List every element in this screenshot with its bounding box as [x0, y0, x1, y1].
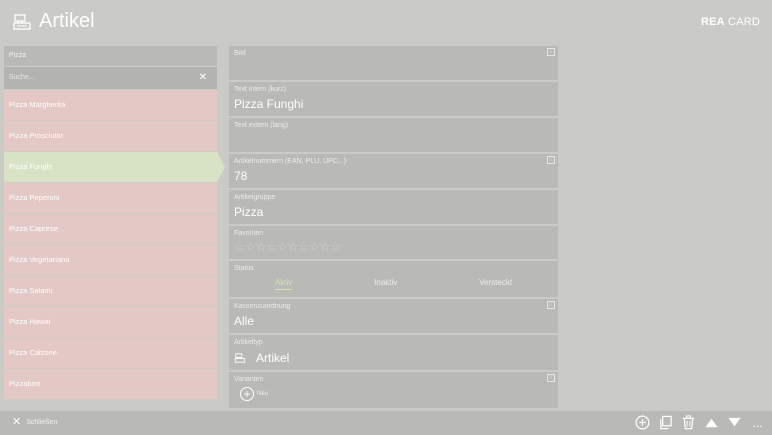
add-button[interactable]: [634, 414, 651, 431]
field-text-intern[interactable]: Text intern (kurz) Pizza Funghi: [229, 82, 558, 116]
list-item[interactable]: Pizza Salami: [4, 276, 217, 306]
info-icon[interactable]: i: [547, 374, 555, 382]
list-item[interactable]: Pizza Funghi: [4, 152, 225, 182]
status-option-aktiv[interactable]: Aktiv: [274, 278, 293, 290]
copy-icon: [660, 415, 672, 430]
list-item[interactable]: Pizza Margherita: [4, 90, 217, 120]
list-item[interactable]: Pizza Calzone: [4, 338, 217, 368]
triangle-down-icon: [728, 417, 741, 427]
status-selector: Aktiv Inaktiv Versteckt: [234, 278, 553, 290]
field-favoriten[interactable]: Favoriten ☆☆☆☆☆☆☆☆☆☆: [229, 226, 558, 259]
triangle-up-icon: [705, 418, 718, 428]
article-list: Pizza Margherita Pizza Prosciutto Pizza Fu…: [4, 90, 225, 399]
status-option-versteckt[interactable]: Versteckt: [479, 278, 512, 290]
list-item[interactable]: Pizza Caprese: [4, 214, 217, 244]
field-artikelnummern[interactable]: Artikelnummern (EAN, PLU, UPC,..) 78 i: [229, 154, 558, 188]
list-item[interactable]: Pizza Prosciutto: [4, 121, 217, 151]
search-input[interactable]: Suche... ✕: [4, 67, 217, 89]
field-kassenzuordnung[interactable]: Kassenzuordnung Alle i: [229, 299, 558, 333]
article-list-panel: Pizza Suche... ✕ Pizza Margherita Pizza P…: [4, 46, 225, 406]
delete-button[interactable]: [680, 414, 697, 431]
field-bild[interactable]: Bild i: [229, 46, 558, 80]
info-icon[interactable]: i: [547, 156, 555, 164]
list-item[interactable]: Pizza Vegetariana: [4, 245, 217, 275]
register-icon: [13, 14, 31, 30]
info-icon[interactable]: i: [547, 301, 555, 309]
favorite-stars[interactable]: ☆☆☆☆☆☆☆☆☆☆: [234, 239, 553, 255]
article-detail-form: Bild i Text intern (kurz) Pizza Funghi T…: [229, 46, 558, 408]
clear-search-icon[interactable]: ✕: [199, 67, 207, 89]
field-varianten: Varianten i + Neu: [229, 372, 558, 408]
brand-logo: REA CARD: [700, 16, 760, 28]
list-item[interactable]: Pizza Hawai: [4, 307, 217, 337]
toolbar-actions: ...: [634, 414, 766, 431]
field-status: Status Aktiv Inaktiv Versteckt: [229, 261, 558, 297]
footer-toolbar: ✕ Schließen ...: [0, 411, 772, 435]
close-icon: ✕: [12, 416, 22, 428]
plus-circle-icon: [635, 415, 650, 430]
move-up-button[interactable]: [703, 414, 720, 431]
status-option-inaktiv[interactable]: Inaktiv: [374, 278, 397, 290]
move-down-button[interactable]: [726, 414, 743, 431]
more-button[interactable]: ...: [749, 414, 766, 431]
field-artikelgruppe[interactable]: Artikelgruppe Pizza: [229, 190, 558, 224]
register-icon: [234, 353, 246, 363]
copy-button[interactable]: [657, 414, 674, 431]
plus-circle-icon: +: [240, 387, 254, 401]
app-header: Artikel REA CARD: [0, 0, 772, 44]
list-item[interactable]: Pizza Peperoni: [4, 183, 217, 213]
page-title: Artikel: [39, 10, 95, 32]
info-icon[interactable]: i: [547, 48, 555, 56]
field-text-extern[interactable]: Text extern (lang): [229, 118, 558, 152]
category-filter[interactable]: Pizza: [4, 46, 217, 66]
field-artikeltyp[interactable]: Artikeltyp Artikel: [229, 335, 558, 370]
add-variant-button[interactable]: + Neu: [234, 387, 553, 401]
list-item[interactable]: Pizzabrot: [4, 369, 217, 399]
trash-icon: [682, 415, 695, 430]
close-button[interactable]: ✕ Schließen: [12, 417, 57, 428]
